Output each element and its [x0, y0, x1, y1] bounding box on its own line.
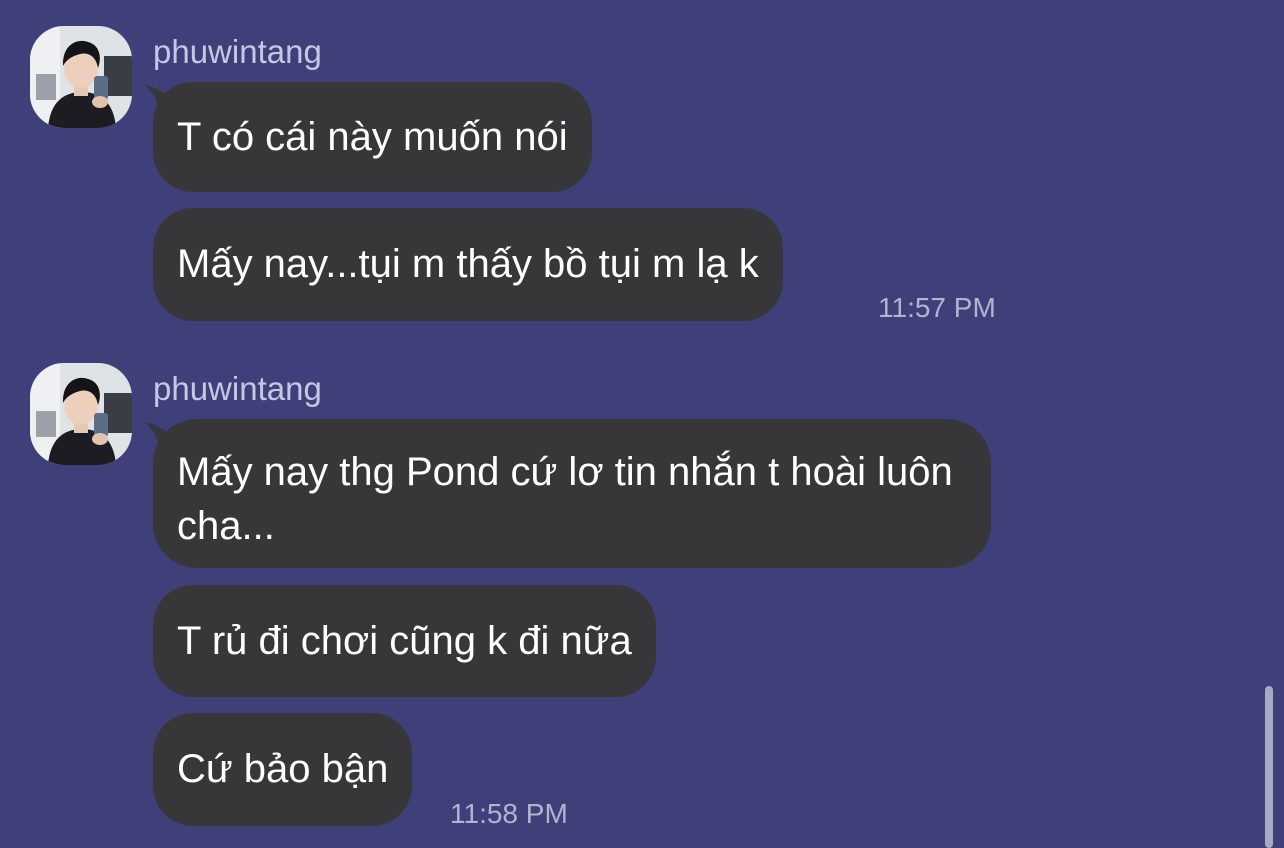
- user-avatar-photo-icon: [30, 26, 132, 128]
- message-bubble[interactable]: T có cái này muốn nói: [153, 82, 592, 192]
- avatar[interactable]: [30, 26, 132, 128]
- sender-name[interactable]: phuwintang: [153, 369, 322, 409]
- message-text: Mấy nay thg Pond cứ lơ tin nhắn t hoài l…: [177, 450, 953, 548]
- message-text: Mấy nay...tụi m thấy bồ tụi m lạ k: [177, 242, 759, 286]
- message-bubble[interactable]: Mấy nay thg Pond cứ lơ tin nhắn t hoài l…: [153, 419, 991, 568]
- message-bubble[interactable]: Mấy nay...tụi m thấy bồ tụi m lạ k: [153, 208, 783, 321]
- user-avatar-photo-icon: [30, 363, 132, 465]
- message-timestamp: 11:57 PM: [878, 292, 996, 323]
- message-bubble[interactable]: T rủ đi chơi cũng k đi nữa: [153, 585, 656, 697]
- message-text: T rủ đi chơi cũng k đi nữa: [177, 619, 632, 663]
- avatar[interactable]: [30, 363, 132, 465]
- message-text: T có cái này muốn nói: [177, 115, 568, 159]
- message-bubble[interactable]: Cứ bảo bận: [153, 713, 413, 826]
- message-text: Cứ bảo bận: [177, 747, 389, 791]
- sender-name[interactable]: phuwintang: [153, 32, 322, 72]
- message-timestamp: 11:58 PM: [450, 798, 568, 829]
- chat-view: phuwintang T có cái này muốn nói Mấy nay…: [0, 0, 1284, 848]
- scrollbar[interactable]: [1265, 686, 1273, 848]
